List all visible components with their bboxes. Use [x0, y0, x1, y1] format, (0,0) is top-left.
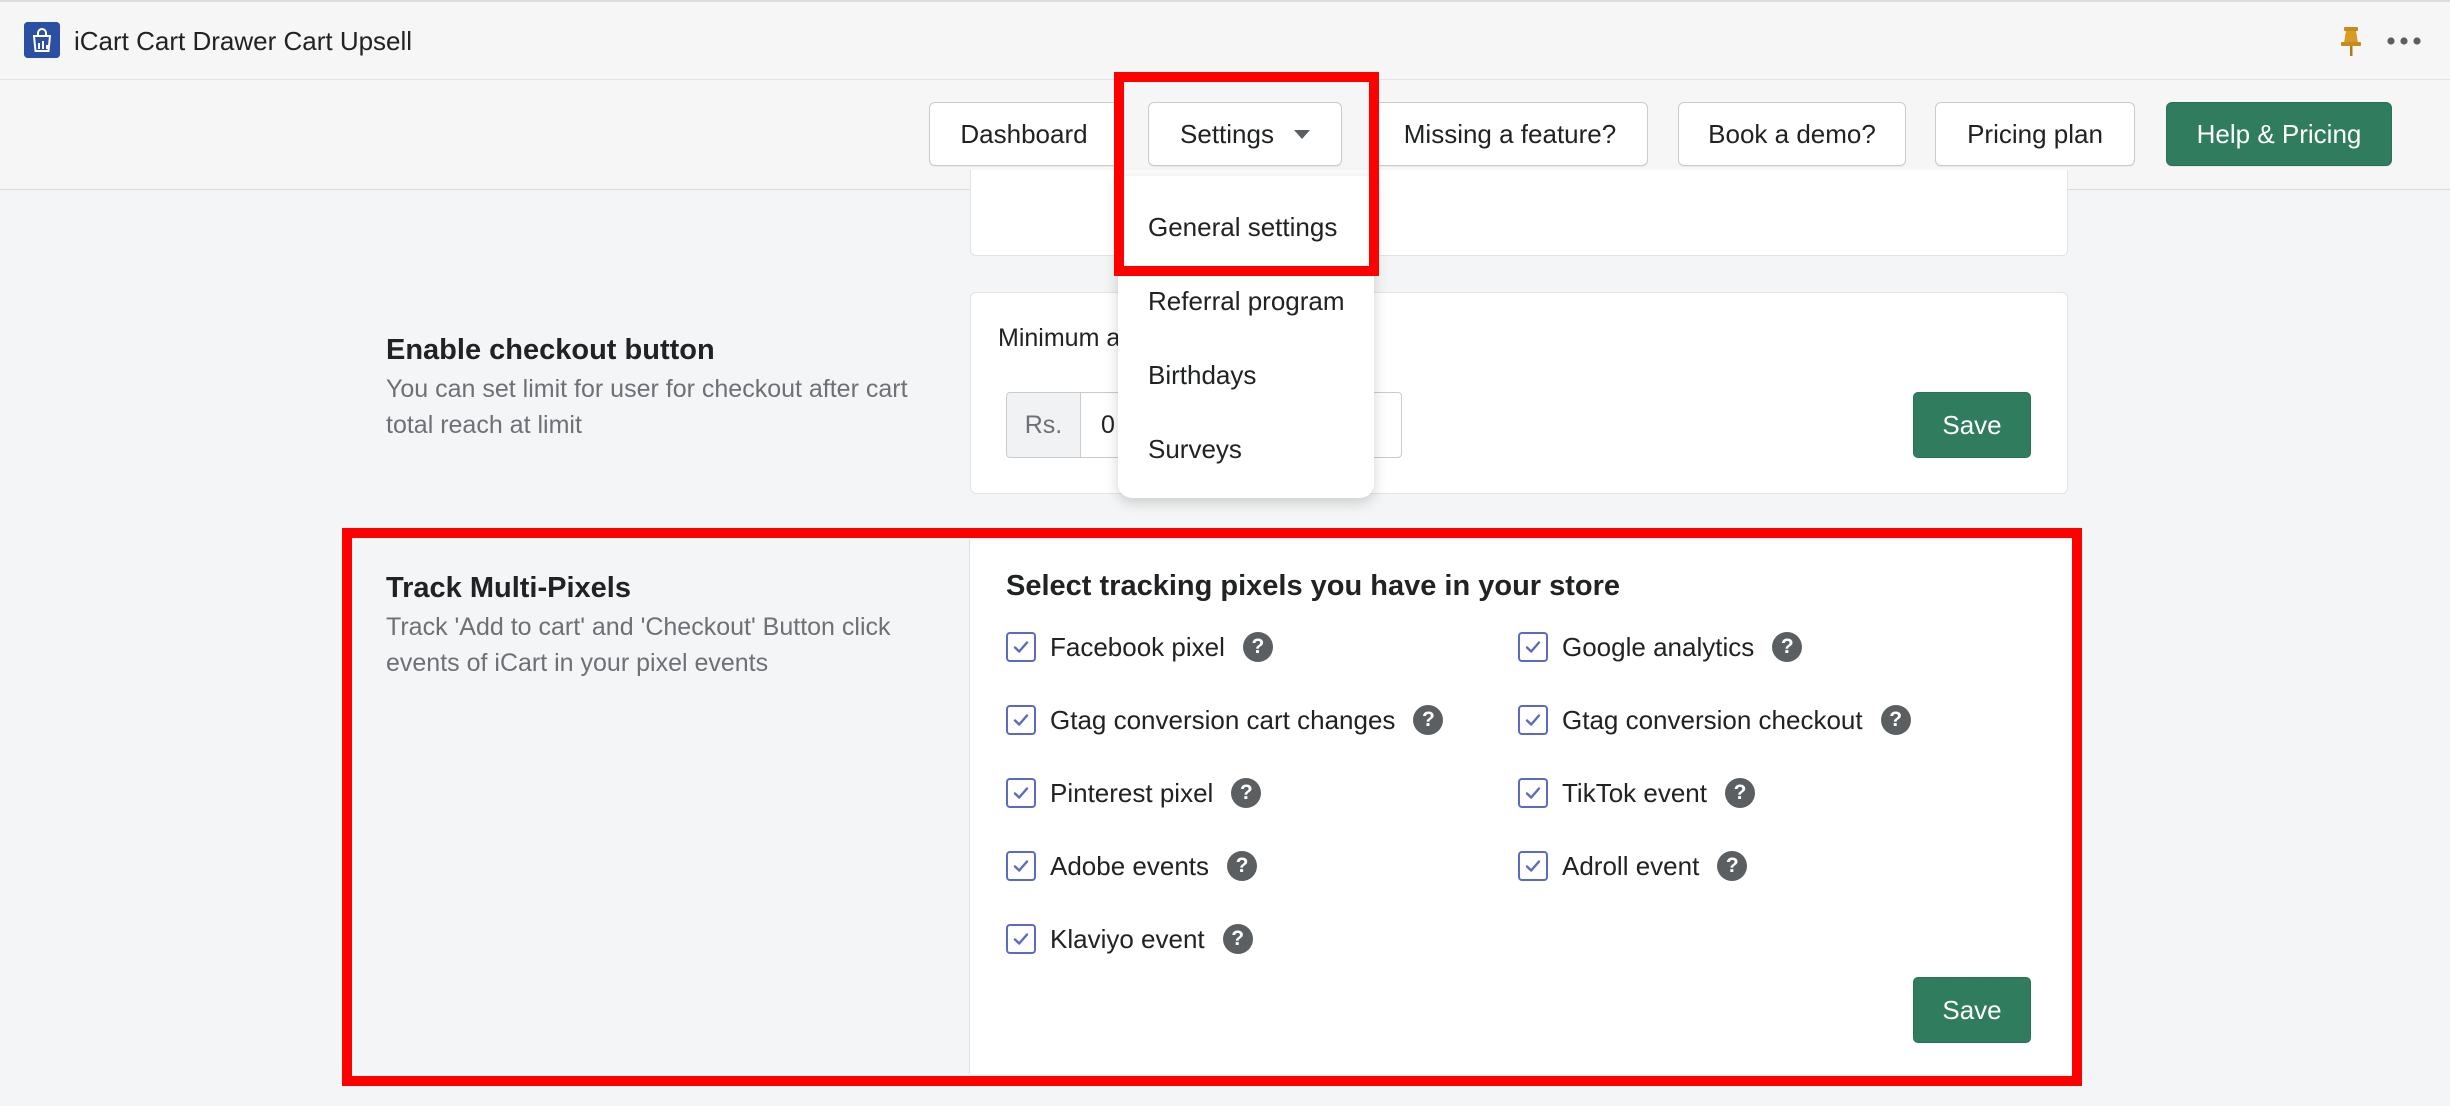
help-circle-icon[interactable]: ?: [1413, 705, 1444, 735]
pixels-save-button[interactable]: Save: [1913, 977, 2031, 1043]
pixel-option-label: TikTok event: [1562, 777, 1707, 808]
caret-down-icon: [1293, 129, 1310, 139]
book-demo-button[interactable]: Book a demo?: [1678, 102, 1906, 166]
pixel-option[interactable]: Adroll event?: [1518, 849, 1748, 883]
checkbox[interactable]: [1006, 924, 1036, 954]
help-circle-icon[interactable]: ?: [1717, 851, 1748, 881]
pixel-option[interactable]: Klaviyo event?: [1006, 922, 1253, 956]
checkmark-icon: [1013, 787, 1029, 799]
checkmark-icon: [1013, 933, 1029, 945]
checkbox[interactable]: [1006, 705, 1036, 735]
checkbox[interactable]: [1006, 632, 1036, 662]
checkmark-icon: [1013, 714, 1029, 726]
checkbox[interactable]: [1518, 851, 1548, 881]
checkout-section-description: You can set limit for user for checkout …: [386, 375, 908, 439]
help-circle-icon[interactable]: ?: [1222, 924, 1253, 954]
checkbox[interactable]: [1518, 778, 1548, 808]
minimum-amount-label: Minimum a: [998, 324, 1121, 352]
pixel-option-label: Adobe events: [1050, 850, 1210, 881]
menu-item-birthdays[interactable]: Birthdays: [1148, 360, 1256, 391]
checkbox[interactable]: [1518, 705, 1548, 735]
menu-item-surveys[interactable]: Surveys: [1148, 434, 1242, 465]
help-pricing-button[interactable]: Help & Pricing: [2166, 102, 2392, 166]
pixel-option-label: Gtag conversion cart changes: [1050, 704, 1396, 735]
help-circle-icon[interactable]: ?: [1772, 632, 1803, 662]
settings-dropdown-button[interactable]: Settings: [1148, 102, 1342, 166]
checkout-save-button[interactable]: Save: [1913, 392, 2031, 458]
pixel-option-label: Gtag conversion checkout: [1562, 704, 1863, 735]
pixels-heading: Select tracking pixels you have in your …: [1006, 570, 1621, 602]
pixel-option[interactable]: TikTok event?: [1518, 776, 1755, 810]
more-horizontal-icon[interactable]: [2384, 26, 2424, 56]
pixel-option[interactable]: Gtag conversion cart changes?: [1006, 703, 1444, 737]
menu-item-referral-program[interactable]: Referral program: [1148, 286, 1345, 317]
menu-item-general-settings[interactable]: General settings: [1148, 212, 1337, 243]
checkmark-icon: [1525, 787, 1541, 799]
checkmark-icon: [1525, 860, 1541, 872]
help-circle-icon[interactable]: ?: [1231, 778, 1262, 808]
pixel-option-label: Klaviyo event: [1050, 923, 1205, 954]
settings-button-label: Settings: [1180, 118, 1274, 149]
checkbox[interactable]: [1006, 778, 1036, 808]
pixel-option[interactable]: Pinterest pixel?: [1006, 776, 1262, 810]
pixel-option-label: Adroll event: [1562, 850, 1700, 881]
help-circle-icon[interactable]: ?: [1880, 705, 1911, 735]
pricing-plan-button[interactable]: Pricing plan: [1935, 102, 2135, 166]
currency-prefix: Rs.: [1006, 392, 1080, 458]
checkout-section-title: Enable checkout button: [386, 334, 715, 366]
pixel-option[interactable]: Gtag conversion checkout?: [1518, 703, 1911, 737]
shopping-bag-icon: [24, 22, 60, 58]
checkmark-icon: [1013, 641, 1029, 653]
help-circle-icon[interactable]: ?: [1242, 632, 1273, 662]
pixels-section-title: Track Multi-Pixels: [386, 572, 631, 604]
pixel-option[interactable]: Facebook pixel?: [1006, 630, 1273, 664]
pin-icon[interactable]: [2336, 24, 2366, 58]
help-circle-icon[interactable]: ?: [1724, 778, 1755, 808]
checkmark-icon: [1013, 860, 1029, 872]
pixel-option-label: Pinterest pixel: [1050, 777, 1214, 808]
pixels-section-description: Track 'Add to cart' and 'Checkout' Butto…: [386, 613, 891, 677]
checkbox[interactable]: [1518, 632, 1548, 662]
pixel-option-label: Google analytics: [1562, 631, 1755, 662]
app-header: iCart Cart Drawer Cart Upsell: [0, 0, 2450, 80]
checkbox[interactable]: [1006, 851, 1036, 881]
missing-feature-button[interactable]: Missing a feature?: [1372, 102, 1648, 166]
help-circle-icon[interactable]: ?: [1227, 851, 1258, 881]
app-title: iCart Cart Drawer Cart Upsell: [74, 26, 413, 56]
checkmark-icon: [1525, 641, 1541, 653]
pixel-option-label: Facebook pixel: [1050, 631, 1225, 662]
settings-dropdown-menu: General settings Referral program Birthd…: [1118, 176, 1374, 498]
pixel-option[interactable]: Adobe events?: [1006, 849, 1258, 883]
checkmark-icon: [1525, 714, 1541, 726]
pixel-option[interactable]: Google analytics?: [1518, 630, 1803, 664]
dashboard-button[interactable]: Dashboard: [929, 102, 1119, 166]
